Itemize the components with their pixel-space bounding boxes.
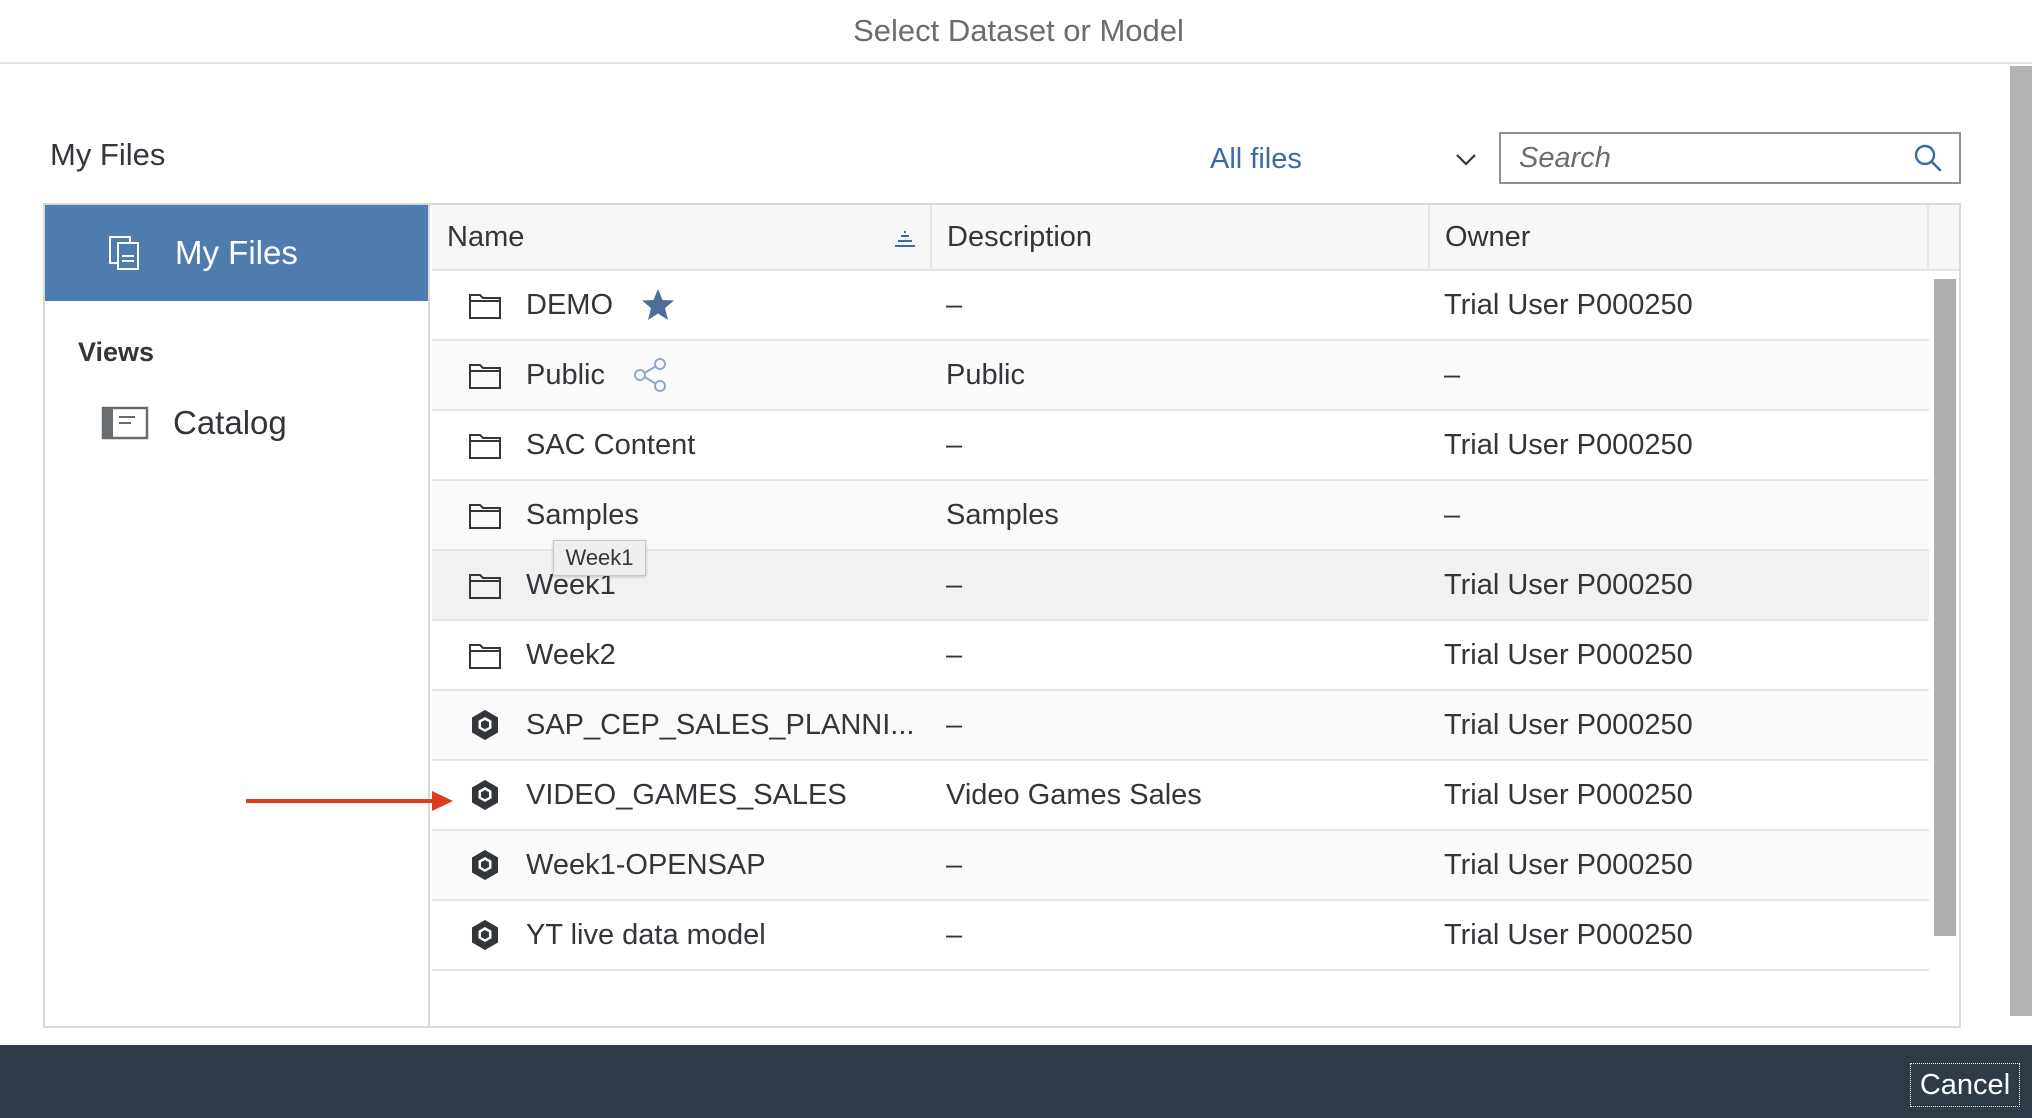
search-field[interactable]: [1499, 132, 1961, 184]
column-label: Description: [947, 220, 1093, 253]
share-icon: [634, 358, 666, 392]
dialog-footer: Cancel: [0, 1045, 2032, 1118]
row-name: VIDEO_GAMES_SALES: [526, 778, 847, 811]
file-filter-value: All files: [1210, 142, 1302, 175]
files-table: Name Description Owner DEMO – Trial User…: [432, 205, 1961, 1026]
row-name: DEMO: [526, 288, 613, 321]
row-owner: Trial User P000250: [1444, 638, 1693, 671]
row-owner: –: [1444, 498, 1461, 531]
star-icon: [642, 289, 674, 320]
row-description: Public: [946, 358, 1025, 391]
model-cube-icon: [472, 850, 498, 880]
row-description: –: [946, 428, 963, 461]
row-description: –: [946, 708, 963, 741]
row-description: –: [946, 638, 963, 671]
table-body: DEMO – Trial User P000250 Public Public …: [432, 271, 1929, 971]
table-row[interactable]: SAC Content – Trial User P000250: [432, 411, 1929, 481]
row-description: –: [946, 288, 963, 321]
column-header-owner[interactable]: Owner: [1430, 205, 1929, 269]
header-scroll-corner: [1929, 205, 1959, 271]
folder-icon: [469, 364, 501, 389]
section-title: My Files: [50, 137, 166, 172]
sidebar-item-my-files[interactable]: My Files: [45, 205, 428, 301]
row-name: SAP_CEP_SALES_PLANNI...: [526, 708, 915, 741]
red-arrow-annotation: [246, 791, 453, 811]
folder-icon: [469, 434, 501, 459]
sidebar-item-label: My Files: [175, 234, 298, 271]
table-scrollbar-thumb[interactable]: [1934, 279, 1956, 936]
row-description: –: [946, 848, 963, 881]
my-files-icon: [109, 236, 139, 270]
cancel-button[interactable]: Cancel: [1910, 1063, 2020, 1107]
row-owner: Trial User P000250: [1444, 288, 1693, 321]
row-name: Samples: [526, 498, 639, 531]
sort-ascending-icon: [895, 231, 915, 247]
table-row[interactable]: Week1 – Trial User P000250: [432, 551, 1929, 621]
table-row[interactable]: Week2 – Trial User P000250: [432, 621, 1929, 691]
catalog-icon: [101, 406, 149, 440]
model-cube-icon: [472, 780, 498, 810]
search-icon[interactable]: [1913, 143, 1943, 173]
sidebar-item-label: Catalog: [173, 404, 287, 441]
table-header: Name Description Owner: [432, 205, 1929, 271]
table-row[interactable]: Public Public –: [432, 341, 1929, 411]
search-input[interactable]: [1519, 141, 1913, 175]
row-owner: Trial User P000250: [1444, 778, 1693, 811]
folder-icon: [469, 574, 501, 599]
table-row[interactable]: DEMO – Trial User P000250: [432, 271, 1929, 341]
row-name: Public: [526, 358, 605, 391]
row-owner: Trial User P000250: [1444, 918, 1693, 951]
row-name: YT live data model: [526, 918, 766, 951]
table-scrollbar[interactable]: [1929, 271, 1959, 1026]
table-row[interactable]: YT live data model – Trial User P000250: [432, 901, 1929, 971]
column-label: Name: [447, 220, 525, 253]
sidebar: My Files Views Catalog: [45, 205, 430, 1026]
chevron-down-icon: [1456, 154, 1476, 166]
row-name: Week2: [526, 638, 616, 671]
folder-icon: [469, 644, 501, 669]
views-heading: Views: [78, 337, 155, 367]
dialog-title: Select Dataset or Model: [853, 13, 1184, 48]
folder-icon: [469, 504, 501, 529]
dialog-scrollbar[interactable]: [2010, 66, 2032, 1016]
column-label: Owner: [1445, 220, 1531, 253]
row-owner: Trial User P000250: [1444, 848, 1693, 881]
row-description: Samples: [946, 498, 1059, 531]
column-header-description[interactable]: Description: [932, 205, 1430, 269]
model-cube-icon: [472, 920, 498, 950]
table-row[interactable]: VIDEO_GAMES_SALES Video Games Sales Tria…: [432, 761, 1929, 831]
row-name: Week1-OPENSAP: [526, 848, 766, 881]
row-name-tooltip: Week1: [553, 540, 646, 576]
dialog-header: Select Dataset or Model: [0, 0, 2032, 64]
sidebar-item-catalog[interactable]: Catalog: [45, 398, 428, 448]
file-filter-select[interactable]: All files: [1210, 134, 1480, 184]
row-owner: Trial User P000250: [1444, 428, 1693, 461]
model-cube-icon: [472, 710, 498, 740]
folder-icon: [469, 294, 501, 319]
column-header-name[interactable]: Name: [432, 205, 932, 269]
row-description: Video Games Sales: [946, 778, 1202, 811]
table-row[interactable]: SAP_CEP_SALES_PLANNI... – Trial User P00…: [432, 691, 1929, 761]
row-owner: Trial User P000250: [1444, 568, 1693, 601]
row-owner: Trial User P000250: [1444, 708, 1693, 741]
row-name: SAC Content: [526, 428, 696, 461]
table-row[interactable]: Week1-OPENSAP – Trial User P000250: [432, 831, 1929, 901]
row-description: –: [946, 568, 963, 601]
row-owner: –: [1444, 358, 1461, 391]
file-browser-panel: My Files Views Catalog Name Description …: [43, 203, 1961, 1028]
row-description: –: [946, 918, 963, 951]
table-row[interactable]: Samples Samples –: [432, 481, 1929, 551]
